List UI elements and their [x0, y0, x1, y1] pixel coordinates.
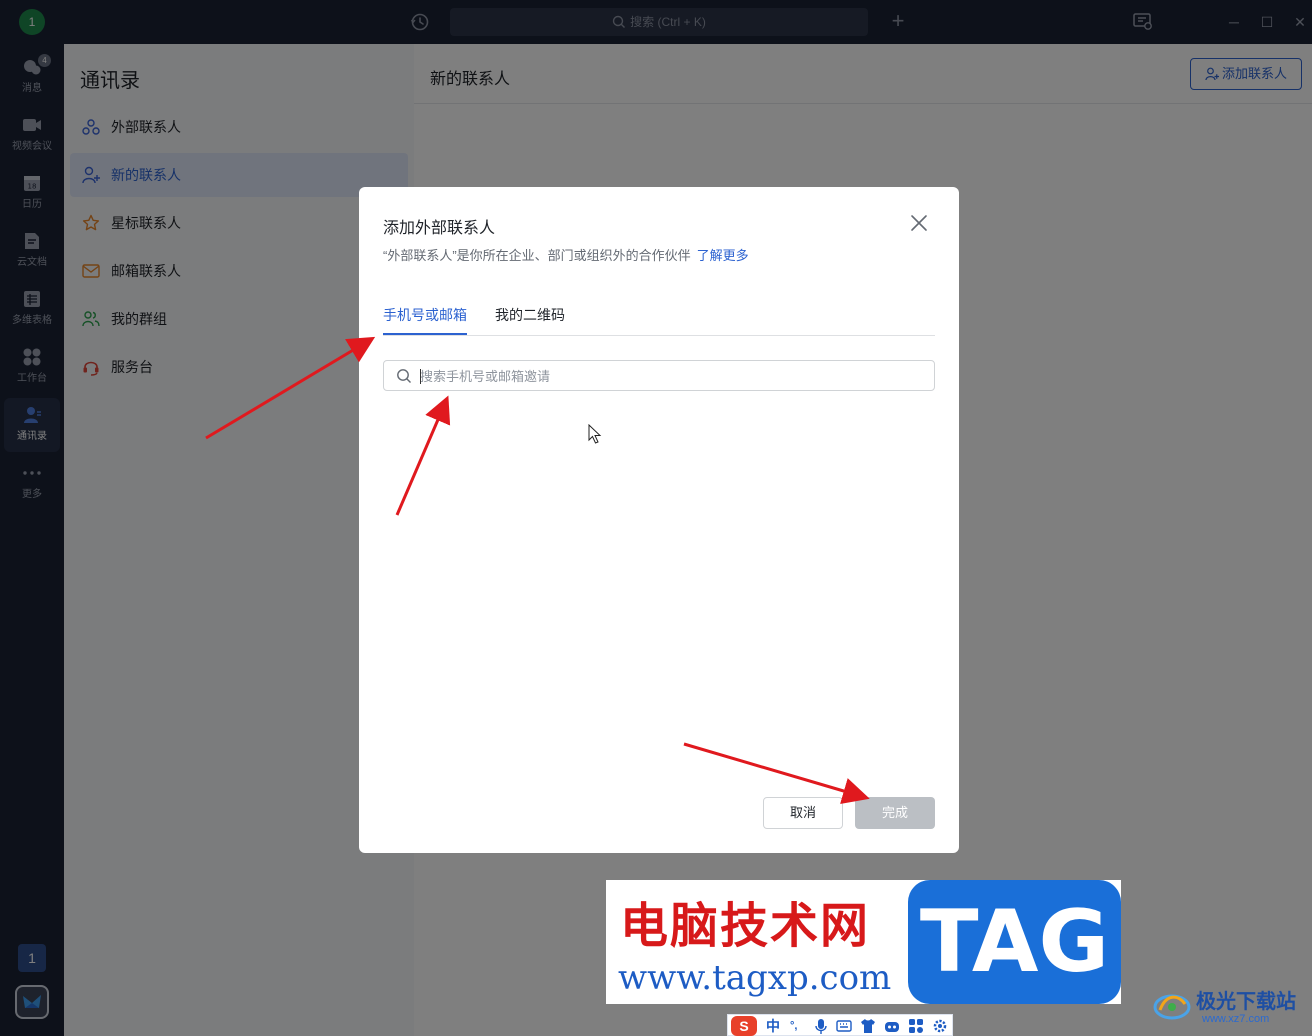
toolbox-grid-icon[interactable]: [908, 1018, 924, 1034]
active-tab-underline: [383, 333, 467, 335]
settings-gear-icon[interactable]: [932, 1018, 948, 1034]
aurora-logo-icon: [1153, 994, 1191, 1020]
watermark-url: www.tagxp.com: [618, 958, 892, 998]
ime-mode[interactable]: 中: [766, 1016, 780, 1036]
tab-phone-or-email[interactable]: 手机号或邮箱: [383, 305, 467, 325]
description-text: “外部联系人”是你所在企业、部门或组织外的合作伙伴: [383, 248, 691, 263]
ime-toolbar: S 中 °,: [727, 1014, 953, 1036]
invite-search-box[interactable]: [383, 360, 935, 391]
done-button[interactable]: 完成: [855, 797, 935, 829]
mouse-cursor-icon: [588, 424, 602, 444]
invite-search-input[interactable]: [420, 365, 920, 387]
cancel-button[interactable]: 取消: [763, 797, 843, 829]
site-watermark: 极光下载站 www.xz7.com: [1150, 982, 1310, 1030]
keyboard-icon[interactable]: [836, 1019, 852, 1033]
skin-shirt-icon[interactable]: [860, 1018, 876, 1034]
dialog-title: 添加外部联系人: [383, 220, 496, 237]
search-icon: [397, 369, 411, 383]
tab-my-qr-code[interactable]: 我的二维码: [495, 305, 565, 325]
watermark-banner: 电脑技术网 www.tagxp.com TAG: [606, 880, 1121, 1004]
watermark-cn-text: 电脑技术网: [620, 898, 871, 954]
watermark-tag-logo: TAG: [908, 880, 1121, 1004]
add-external-contact-dialog: 添加外部联系人 “外部联系人”是你所在企业、部门或组织外的合作伙伴 了解更多 手机…: [359, 187, 959, 853]
assistant-bot-icon[interactable]: [884, 1019, 900, 1033]
site-url: www.xz7.com: [1202, 1013, 1270, 1025]
site-name: 极光下载站: [1196, 989, 1296, 1013]
ime-logo[interactable]: S: [731, 1016, 757, 1036]
dialog-description: “外部联系人”是你所在企业、部门或组织外的合作伙伴 了解更多: [383, 245, 749, 264]
dialog-tabs: 手机号或邮箱 我的二维码: [383, 299, 935, 336]
close-icon[interactable]: [909, 213, 929, 233]
text-caret: [420, 369, 421, 384]
ime-punctuation[interactable]: °,: [790, 1016, 797, 1036]
learn-more-link[interactable]: 了解更多: [697, 248, 749, 263]
microphone-icon[interactable]: [814, 1018, 828, 1034]
